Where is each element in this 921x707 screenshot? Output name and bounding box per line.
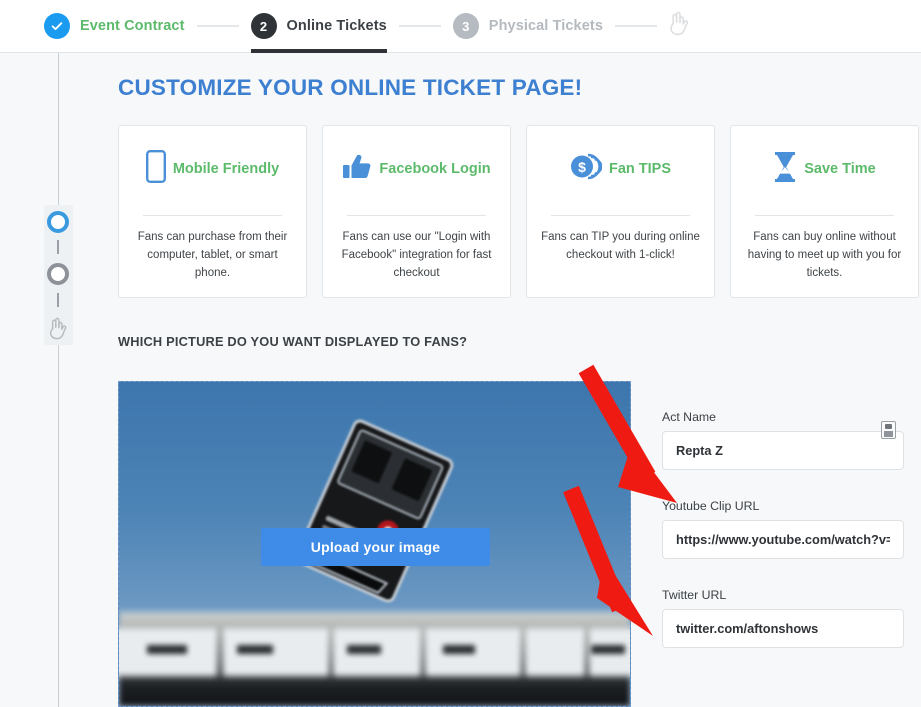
card-title: Facebook Login (379, 161, 491, 177)
rock-hand-icon (669, 11, 689, 42)
card-title: Mobile Friendly (172, 161, 280, 177)
card-header: $ Fan TIPS (527, 126, 714, 212)
step-event-contract[interactable]: Event Contract (44, 0, 185, 53)
upload-image-button[interactable]: Upload your image (261, 528, 490, 566)
photo-building (525, 628, 585, 676)
feature-card-save-time: Save Time Fans can buy online without ha… (730, 125, 919, 298)
hourglass-icon (773, 151, 797, 188)
photo-window (147, 645, 187, 654)
card-body: Fans can use our "Login with Facebook" i… (341, 231, 492, 279)
card-header: Mobile Friendly (119, 126, 306, 212)
card-body: Fans can buy online without having to me… (747, 231, 902, 279)
photo-window (347, 645, 381, 654)
step-label-online-tickets: Online Tickets (286, 18, 387, 34)
act-details-form: Act Name Youtube Clip URL Twitter URL (662, 410, 904, 677)
photo-window (237, 645, 273, 654)
main-content: CUSTOMIZE YOUR ONLINE TICKET PAGE! Mobil… (0, 53, 921, 707)
card-body: Fans can TIP you during online checkout … (541, 231, 700, 261)
active-step-underline (250, 48, 387, 53)
feature-card-fan-tips: $ Fan TIPS Fans can TIP you during onlin… (526, 125, 715, 298)
photo-window (591, 645, 625, 654)
feature-card-mobile-friendly: Mobile Friendly Fans can purchase from t… (118, 125, 307, 298)
card-body: Fans can purchase from their computer, t… (137, 231, 288, 279)
step-number-badge: 3 (452, 13, 479, 39)
step-number-badge: 2 (250, 13, 277, 39)
card-divider (347, 215, 486, 216)
step-label-physical-tickets: Physical Tickets (488, 18, 603, 34)
page-title: CUSTOMIZE YOUR ONLINE TICKET PAGE! (118, 75, 583, 100)
autofill-card-icon[interactable] (881, 421, 896, 439)
card-divider (143, 215, 282, 216)
card-header: Facebook Login (323, 126, 510, 212)
youtube-clip-url-input[interactable] (662, 520, 904, 559)
step-connector-2 (398, 25, 441, 27)
twitter-url-input[interactable] (662, 609, 904, 648)
field-youtube-clip-url: Youtube Clip URL (662, 499, 904, 559)
card-title: Save Time (804, 161, 876, 177)
card-divider (551, 215, 690, 216)
svg-text:$: $ (578, 159, 586, 175)
progress-step-bar: Event Contract 2 Online Tickets 3 Physic… (0, 0, 921, 53)
mobile-phone-icon (145, 150, 166, 188)
thumbs-up-icon (342, 153, 372, 186)
card-header: Save Time (731, 126, 918, 212)
field-act-name: Act Name (662, 410, 904, 470)
field-label-twitter-url: Twitter URL (662, 588, 727, 602)
step-label-event-contract: Event Contract (80, 18, 185, 34)
check-icon (44, 13, 70, 39)
step-online-tickets[interactable]: 2 Online Tickets (250, 0, 387, 53)
act-name-input[interactable] (662, 431, 904, 470)
image-upload-dropzone[interactable]: Upload your image (118, 381, 631, 707)
card-title: Fan TIPS (608, 161, 672, 177)
card-divider (755, 215, 894, 216)
field-label-youtube-clip-url: Youtube Clip URL (662, 499, 760, 513)
field-label-act-name: Act Name (662, 410, 716, 424)
feature-card-facebook-login: Facebook Login Fans can use our "Login w… (322, 125, 511, 298)
feature-card-row: Mobile Friendly Fans can purchase from t… (118, 125, 919, 298)
field-twitter-url: Twitter URL (662, 588, 904, 648)
step-connector-1 (196, 25, 239, 27)
step-connector-3 (614, 25, 657, 27)
picture-question-label: WHICH PICTURE DO YOU WANT DISPLAYED TO F… (118, 334, 468, 349)
photo-window (443, 645, 475, 654)
step-final[interactable] (669, 0, 689, 53)
coin-dollar-icon: $ (570, 152, 603, 187)
step-physical-tickets[interactable]: 3 Physical Tickets (452, 0, 603, 53)
